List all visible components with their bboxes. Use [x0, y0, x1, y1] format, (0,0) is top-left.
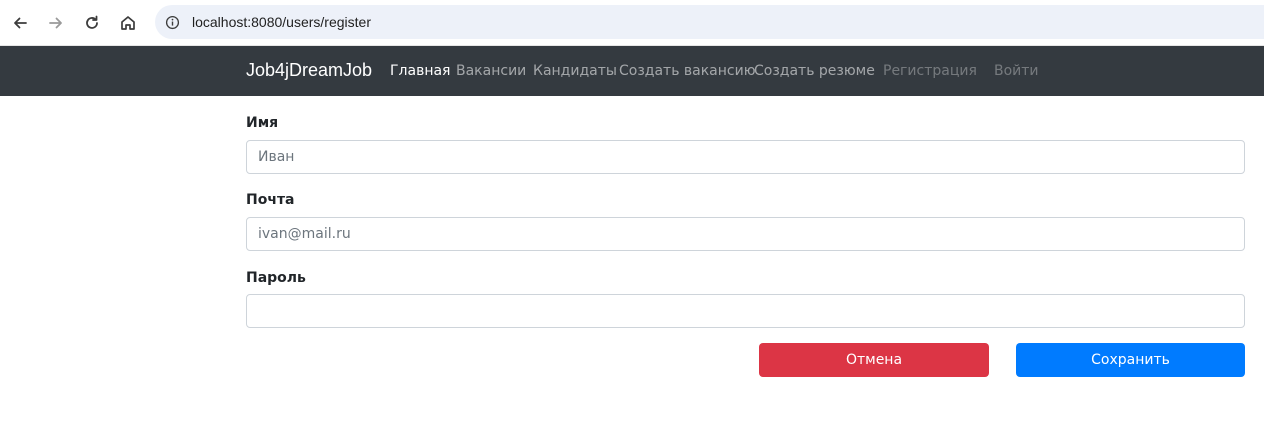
address-bar[interactable]: localhost:8080/users/register: [155, 5, 1264, 39]
nav-link-create-resume[interactable]: Создать резюме: [754, 63, 875, 79]
nav-link-create-vacancy[interactable]: Создать вакансию: [619, 63, 756, 79]
save-button[interactable]: Сохранить: [1016, 343, 1245, 377]
nav-link-login[interactable]: Войти: [994, 63, 1039, 79]
nav-link-candidates[interactable]: Кандидаты: [533, 63, 617, 79]
url-text: localhost:8080/users/register: [192, 14, 371, 30]
password-label: Пароль: [246, 270, 306, 286]
home-icon[interactable]: [116, 11, 140, 35]
nav-link-home[interactable]: Главная: [390, 63, 450, 79]
nav-link-vacancies[interactable]: Вакансии: [456, 63, 526, 79]
cancel-button[interactable]: Отмена: [759, 343, 989, 377]
forward-arrow-icon[interactable]: [44, 11, 68, 35]
nav-link-register[interactable]: Регистрация: [883, 63, 977, 79]
brand-logo[interactable]: Job4jDreamJob: [246, 60, 372, 81]
email-label: Почта: [246, 192, 295, 208]
site-info-icon[interactable]: [164, 14, 180, 30]
app-navbar: Job4jDreamJob Главная Вакансии Кандидаты…: [0, 46, 1264, 96]
back-arrow-icon[interactable]: [8, 11, 32, 35]
browser-toolbar: localhost:8080/users/register: [0, 0, 1264, 46]
password-input[interactable]: [246, 294, 1245, 328]
reload-icon[interactable]: [80, 11, 104, 35]
name-input[interactable]: [246, 140, 1245, 174]
name-label: Имя: [246, 115, 279, 131]
email-input[interactable]: [246, 217, 1245, 251]
